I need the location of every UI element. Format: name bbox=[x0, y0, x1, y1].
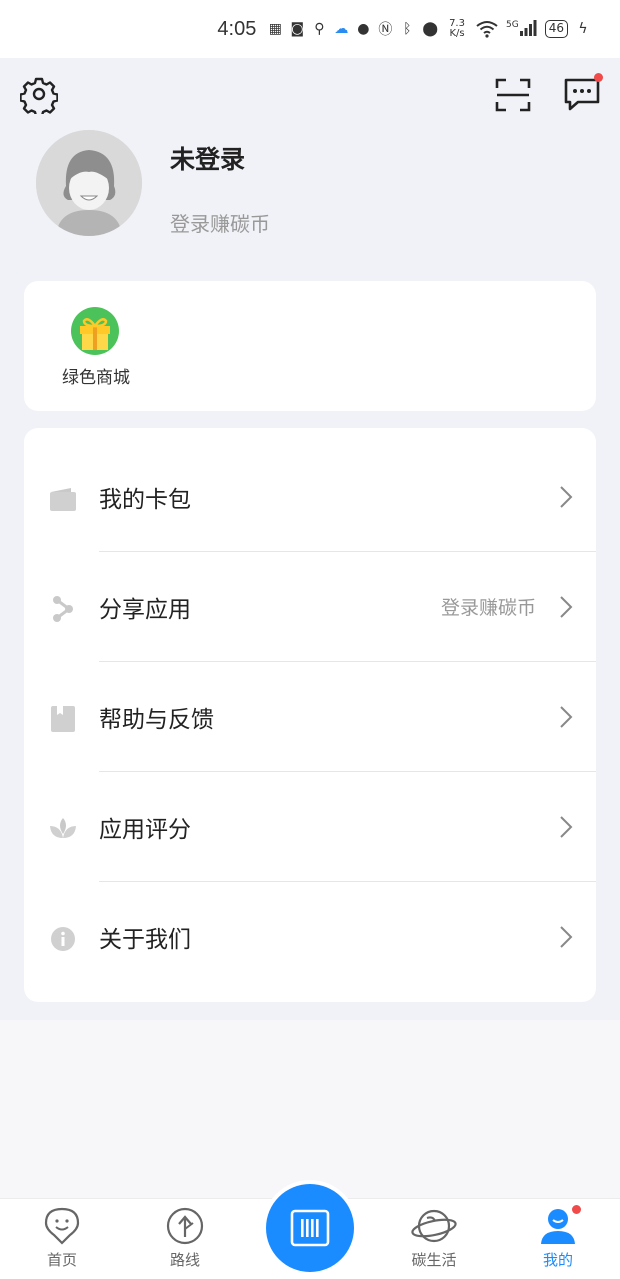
profile-section: 未登录 登录赚碳币 绿色商城 我的卡包 分享应用 登录赚碳币 帮助与反馈 应用评… bbox=[0, 58, 620, 1020]
menu-item-help-feedback[interactable]: 帮助与反馈 bbox=[24, 662, 596, 772]
planet-icon bbox=[411, 1209, 457, 1243]
menu-item-extra: 登录赚碳币 bbox=[440, 597, 536, 619]
mine-badge bbox=[572, 1205, 581, 1214]
menu-item-about-us[interactable]: 关于我们 bbox=[24, 882, 596, 992]
login-hint[interactable]: 登录赚碳币 bbox=[170, 208, 270, 237]
barcode-scan-icon bbox=[290, 1209, 330, 1247]
lotus-icon bbox=[48, 814, 78, 844]
network-speed: 7.3 K/s bbox=[446, 19, 468, 39]
share-icon bbox=[48, 594, 78, 624]
tab-home[interactable]: 首页 bbox=[22, 1207, 102, 1277]
chat-bubble-icon: ● bbox=[357, 21, 370, 37]
chevron-right-icon bbox=[560, 706, 573, 728]
gear-icon bbox=[19, 77, 59, 118]
menu-item-label: 应用评分 bbox=[99, 817, 191, 843]
menu-item-label: 我的卡包 bbox=[99, 487, 191, 513]
menu-item-label: 帮助与反馈 bbox=[99, 707, 214, 733]
chevron-right-icon bbox=[560, 596, 573, 618]
message-badge bbox=[594, 73, 603, 82]
tab-label: 碳生活 bbox=[411, 1251, 457, 1269]
tab-label: 首页 bbox=[46, 1251, 77, 1269]
tv-app-icon: ◙ bbox=[290, 21, 305, 37]
scan-frame-icon bbox=[495, 78, 531, 112]
center-scan-button[interactable] bbox=[266, 1184, 354, 1272]
status-bar: 4:05 ▦ ◙ ⚲ ☁ ● Ⓝ ᛒ ⬤ 7.3 K/s 5G 46 ϟ bbox=[0, 0, 620, 58]
scan-button[interactable] bbox=[494, 76, 532, 114]
chevron-right-icon bbox=[560, 926, 573, 948]
tab-route[interactable]: 路线 bbox=[145, 1207, 225, 1277]
charging-icon: ϟ bbox=[578, 21, 588, 37]
bookmark-book-icon bbox=[48, 704, 78, 734]
home-pin-icon bbox=[44, 1207, 80, 1245]
menu-card: 我的卡包 分享应用 登录赚碳币 帮助与反馈 应用评分 关于我们 bbox=[24, 428, 596, 1002]
message-button[interactable] bbox=[562, 73, 603, 114]
bike-icon: ⚲ bbox=[314, 21, 325, 37]
menu-item-rate-app[interactable]: 应用评分 bbox=[24, 772, 596, 882]
weather-icon: ☁ bbox=[334, 21, 349, 37]
location-icon: ⬤ bbox=[422, 21, 439, 37]
menu-item-card-wallet[interactable]: 我的卡包 bbox=[24, 442, 596, 552]
info-icon bbox=[48, 924, 78, 954]
settings-button[interactable] bbox=[19, 76, 59, 118]
tab-label: 路线 bbox=[169, 1251, 200, 1269]
network-speed-unit: K/s bbox=[449, 28, 465, 39]
network-type: 5G bbox=[506, 20, 519, 30]
wifi-icon bbox=[476, 20, 498, 38]
menu-item-label: 分享应用 bbox=[99, 597, 191, 623]
battery-indicator: 46 bbox=[544, 20, 568, 38]
shop-card: 绿色商城 bbox=[24, 281, 596, 411]
green-mall-entry[interactable] bbox=[70, 306, 120, 356]
signal-icon: 5G bbox=[506, 20, 537, 38]
sim-card-icon: ▦ bbox=[268, 21, 282, 37]
chevron-right-icon bbox=[560, 816, 573, 838]
tab-label: 我的 bbox=[542, 1251, 573, 1269]
user-icon bbox=[541, 1209, 575, 1244]
username[interactable]: 未登录 bbox=[170, 140, 245, 176]
avatar[interactable] bbox=[36, 130, 142, 236]
center-scan-button-wrapper bbox=[262, 1180, 358, 1276]
menu-item-share-app[interactable]: 分享应用 登录赚碳币 bbox=[24, 552, 596, 662]
bluetooth-vibrate-icon: ᛒ bbox=[403, 21, 412, 37]
default-avatar-icon bbox=[36, 130, 142, 236]
status-time: 4:05 bbox=[217, 17, 257, 40]
gift-box-icon bbox=[71, 307, 119, 355]
tab-carbon-life[interactable]: 碳生活 bbox=[394, 1207, 474, 1277]
chevron-right-icon bbox=[560, 486, 573, 508]
menu-item-label: 关于我们 bbox=[99, 927, 191, 953]
tab-mine[interactable]: 我的 bbox=[518, 1205, 598, 1277]
route-arrow-icon bbox=[166, 1207, 204, 1245]
nfc-icon: Ⓝ bbox=[378, 22, 393, 38]
wallet-icon bbox=[48, 484, 78, 514]
green-mall-label[interactable]: 绿色商城 bbox=[56, 363, 136, 388]
